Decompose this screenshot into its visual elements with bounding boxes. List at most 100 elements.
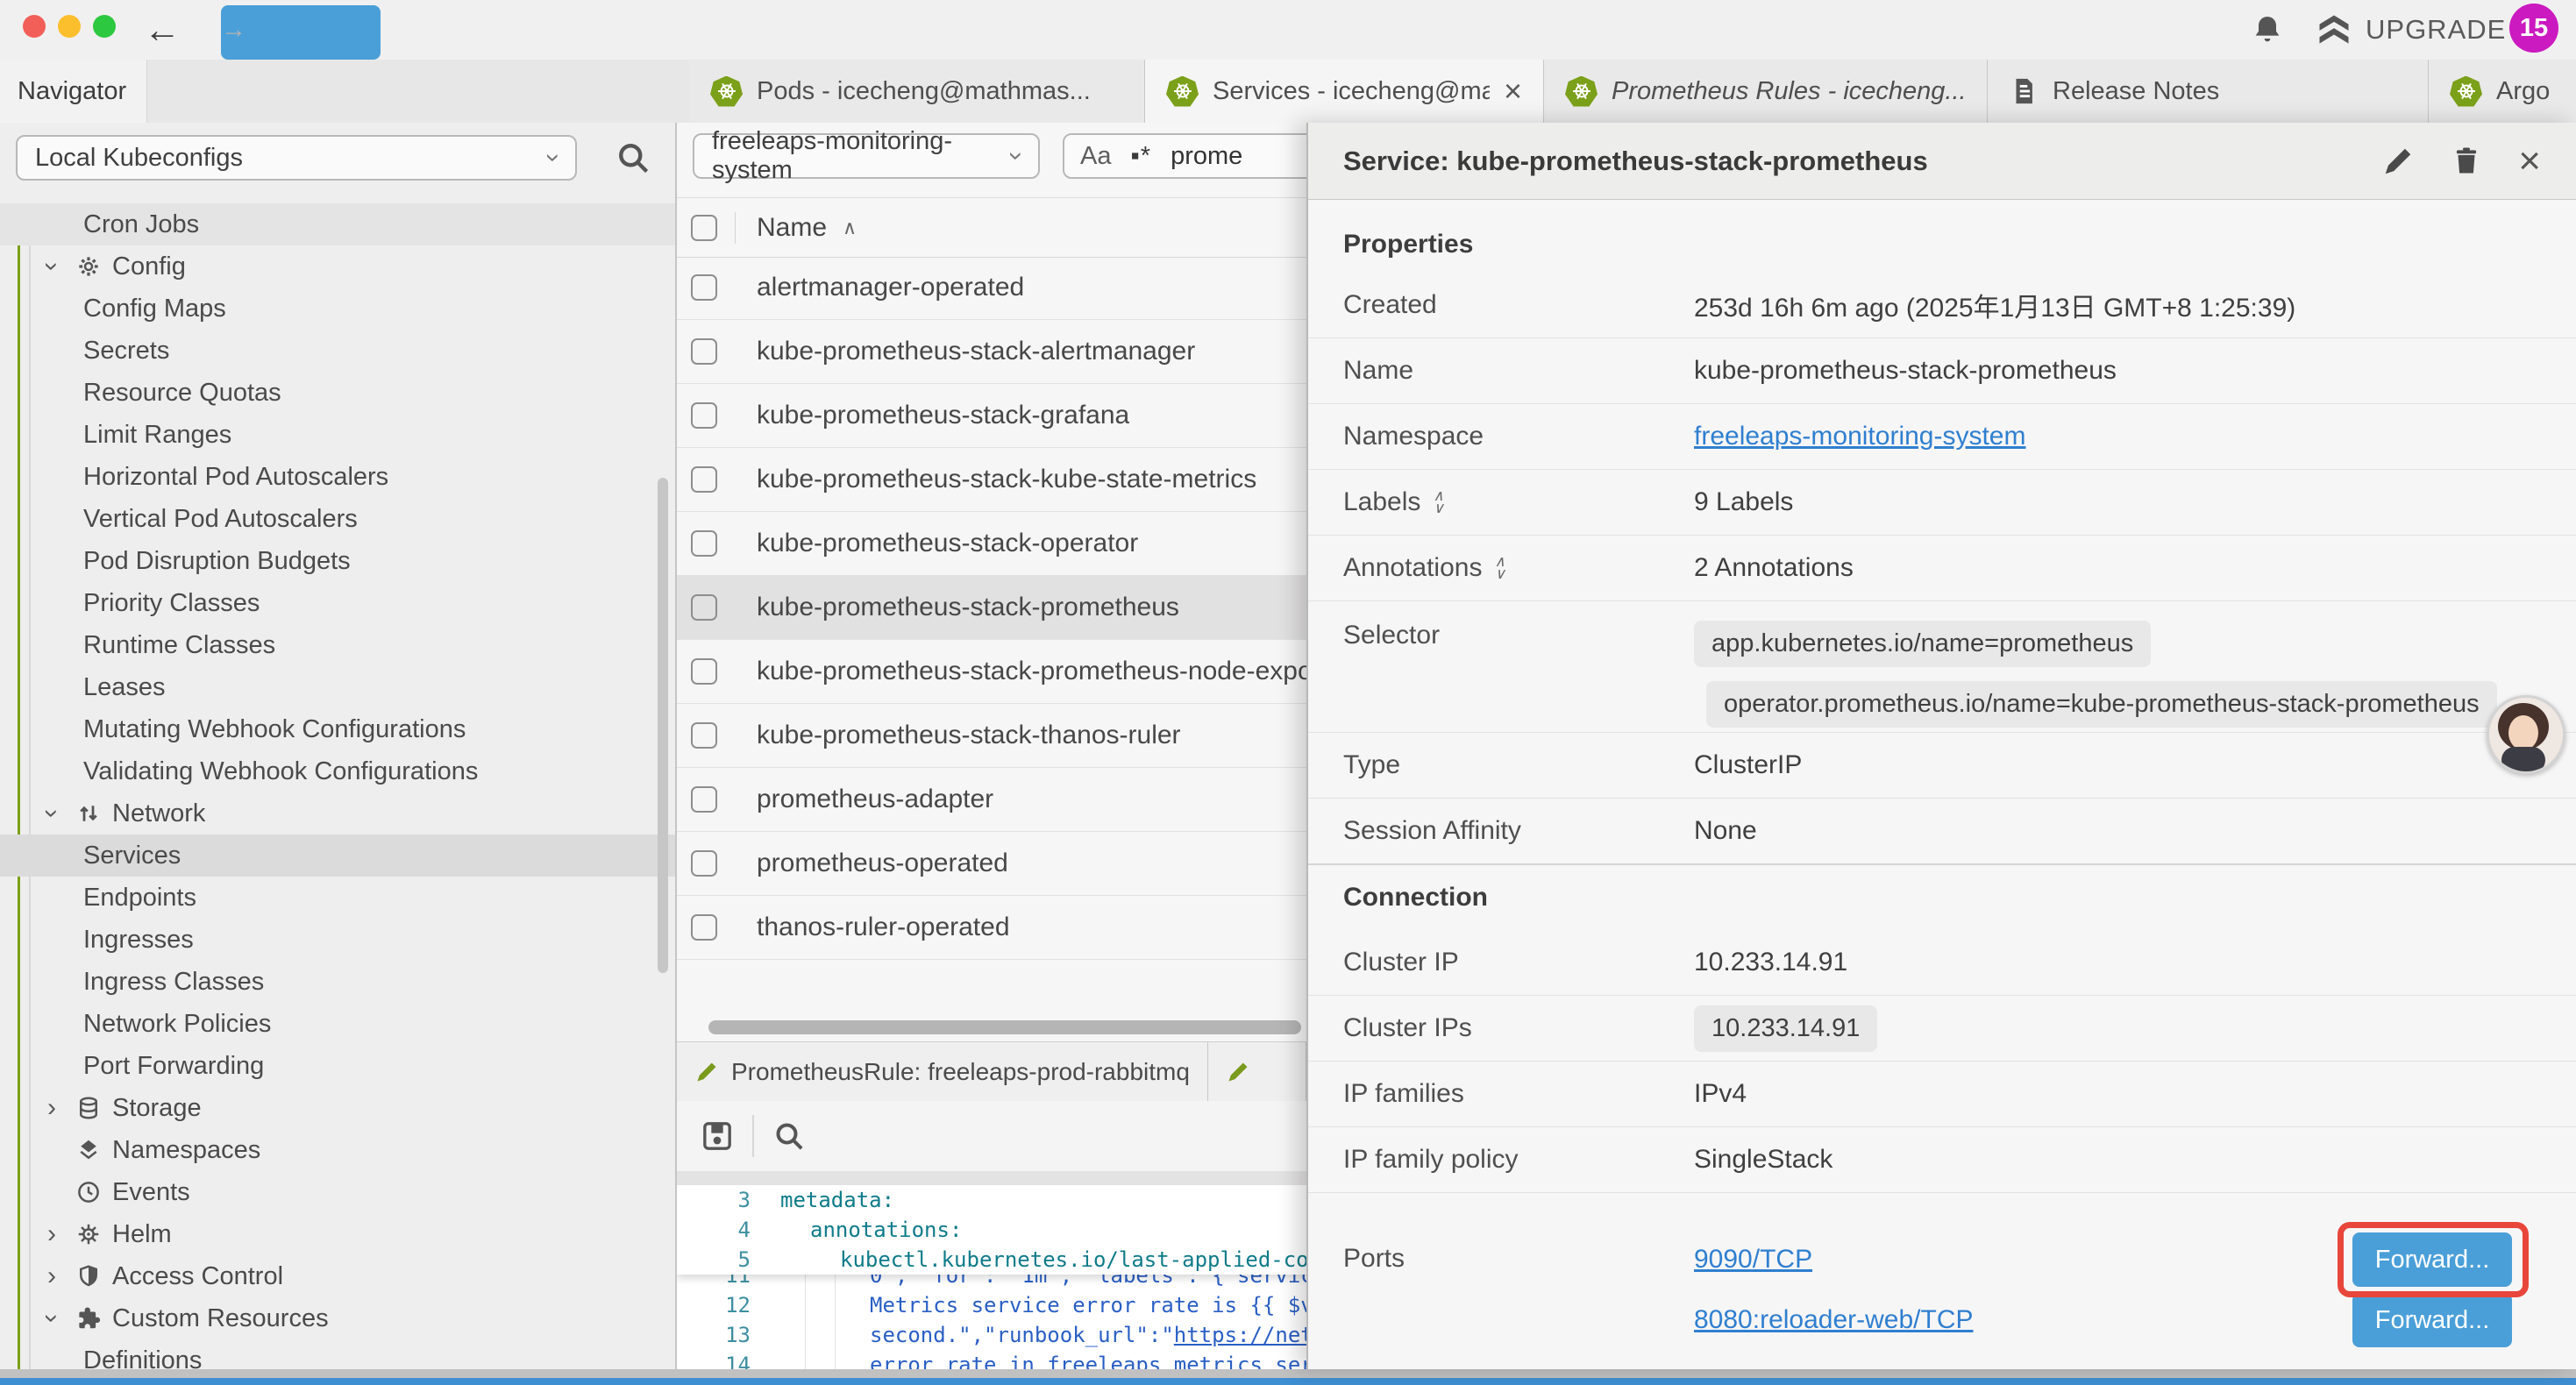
sidebar-tree-item[interactable]: › Limit Ranges (0, 414, 675, 456)
port-link-8080[interactable]: 8080:reloader-web/TCP (1694, 1305, 1974, 1335)
notifications-bell-icon[interactable] (2250, 12, 2285, 47)
sidebar-tree-item[interactable]: › Vertical Pod Autoscalers (0, 498, 675, 540)
table-row[interactable]: kube-prometheus-stack-prometheus-node-ex… (677, 640, 1306, 704)
sidebar-search-icon[interactable] (614, 138, 652, 177)
sidebar-tree-item[interactable]: › Definitions (0, 1339, 675, 1369)
row-checkbox[interactable] (691, 594, 717, 621)
app-tab[interactable]: Services - icecheng@math... × (1145, 60, 1544, 123)
sidebar-scrollbar[interactable] (658, 478, 668, 973)
close-icon[interactable]: × (2518, 142, 2541, 181)
tree-item-label: Mutating Webhook Configurations (83, 715, 466, 744)
forward-button-8080[interactable]: Forward... (2352, 1293, 2512, 1347)
annotations-value[interactable]: 2 Annotations (1694, 553, 1854, 583)
sidebar-tree-item[interactable]: › Config (0, 245, 675, 288)
sidebar-tree-item[interactable]: › Priority Classes (0, 582, 675, 624)
sidebar-tree-item[interactable]: › Network Policies (0, 1003, 675, 1045)
sidebar-tree-item[interactable]: › Ingresses (0, 919, 675, 961)
sidebar-tree-item[interactable]: › Secrets (0, 330, 675, 372)
minimize-window-button[interactable] (58, 15, 81, 38)
editor-search-icon[interactable] (772, 1119, 807, 1154)
upgrade-button[interactable]: UPGRADE (2315, 9, 2506, 51)
table-row[interactable]: kube-prometheus-stack-prometheus (677, 576, 1306, 640)
sidebar-tree-item[interactable]: › Storage (0, 1087, 675, 1129)
edit-pencil-icon[interactable] (2381, 145, 2415, 178)
name-column-header[interactable]: Name (757, 213, 827, 243)
back-button[interactable]: ← (144, 5, 181, 54)
sidebar-tree-item[interactable]: › Custom Resources (0, 1297, 675, 1339)
sidebar-tree-item[interactable]: › Validating Webhook Configurations (0, 750, 675, 792)
notification-count-badge[interactable]: 15 (2509, 4, 2558, 53)
app-tab[interactable]: Prometheus Rules - icecheng... × (1544, 60, 1988, 123)
app-tab[interactable]: Argo Se × (2429, 60, 2576, 123)
save-icon[interactable] (700, 1119, 735, 1154)
port-link-9090[interactable]: 9090/TCP (1694, 1245, 1812, 1275)
namespace-link[interactable]: freeleaps-monitoring-system (1694, 422, 2025, 451)
row-checkbox[interactable] (691, 658, 717, 685)
close-window-button[interactable] (23, 15, 46, 38)
app-tab[interactable]: Pods - icecheng@mathmas... × (689, 60, 1145, 123)
tab-close-icon[interactable]: × (1504, 75, 1522, 107)
table-row[interactable]: prometheus-adapter (677, 768, 1306, 832)
sidebar-tree-item[interactable]: › Horizontal Pod Autoscalers (0, 456, 675, 498)
sidebar-tree-item[interactable]: › Runtime Classes (0, 624, 675, 666)
sidebar-tree-item[interactable]: › Leases (0, 666, 675, 708)
yaml-editor[interactable]: 3 metadata: 4 annotations: 5 kubectl.kub… (677, 1185, 1306, 1369)
user-avatar[interactable] (2487, 695, 2565, 774)
row-checkbox[interactable] (691, 786, 717, 813)
table-row[interactable]: kube-prometheus-stack-grafana (677, 384, 1306, 448)
sidebar-tree-item[interactable]: › Cron Jobs (0, 203, 675, 245)
app-tab[interactable]: Release Notes × (1988, 60, 2429, 123)
delete-trash-icon[interactable] (2450, 145, 2483, 178)
table-search-input[interactable]: Aa ▪* prome (1063, 133, 1326, 179)
regex-icon[interactable]: ▪* (1130, 142, 1151, 171)
editor-tab-prometheusrule[interactable]: PrometheusRule: freeleaps-prod-rabbitmq (677, 1042, 1208, 1102)
row-checkbox[interactable] (691, 402, 717, 429)
sidebar-tree-item[interactable]: › Services (0, 835, 675, 877)
sidebar-tree-item[interactable]: › Network (0, 792, 675, 835)
namespace-selector[interactable]: freeleaps-monitoring-system › (693, 133, 1040, 179)
navigator-panel-tab[interactable]: Navigator (0, 60, 147, 123)
forward-button[interactable]: → (221, 5, 381, 60)
table-row[interactable]: prometheus-operated (677, 832, 1306, 896)
row-checkbox[interactable] (691, 850, 717, 877)
sidebar-tree-item[interactable]: › Ingress Classes (0, 961, 675, 1003)
sidebar-tree-item[interactable]: › Namespaces (0, 1129, 675, 1171)
expand-collapse-icon[interactable]: ∧∨ (1433, 490, 1443, 515)
sidebar-tree-item[interactable]: › Mutating Webhook Configurations (0, 708, 675, 750)
labels-value[interactable]: 9 Labels (1694, 487, 1793, 517)
row-checkbox[interactable] (691, 530, 717, 557)
table-row[interactable]: kube-prometheus-stack-thanos-ruler (677, 704, 1306, 768)
sidebar-tree-item[interactable]: › Helm (0, 1213, 675, 1255)
sidebar-tree-item[interactable]: › Events (0, 1171, 675, 1213)
sidebar-tree-item[interactable]: › Config Maps (0, 288, 675, 330)
resource-tree: › Cron Jobs › Config › Config Maps › Sec… (0, 203, 675, 1369)
kubernetes-icon (1166, 76, 1199, 107)
horizontal-scrollbar[interactable] (708, 1020, 1301, 1034)
sidebar-tree-item[interactable]: › Port Forwarding (0, 1045, 675, 1087)
sidebar-tree-item[interactable]: › Resource Quotas (0, 372, 675, 414)
service-detail-panel: Service: kube-prometheus-stack-prometheu… (1306, 123, 2576, 1369)
maximize-window-button[interactable] (93, 15, 116, 38)
table-row[interactable]: kube-prometheus-stack-kube-state-metrics (677, 448, 1306, 512)
sidebar-tree-item[interactable]: › Access Control (0, 1255, 675, 1297)
forward-button-9090[interactable]: Forward... (2352, 1232, 2512, 1287)
row-checkbox[interactable] (691, 274, 717, 301)
sort-ascending-icon[interactable]: ∧ (843, 217, 857, 239)
row-checkbox[interactable] (691, 466, 717, 493)
row-checkbox[interactable] (691, 722, 717, 749)
tree-item-icon (75, 1263, 102, 1289)
select-all-checkbox[interactable] (691, 215, 717, 241)
row-checkbox[interactable] (691, 338, 717, 365)
table-row[interactable]: kube-prometheus-stack-alertmanager (677, 320, 1306, 384)
table-row[interactable]: kube-prometheus-stack-operator (677, 512, 1306, 576)
table-row[interactable]: thanos-ruler-operated (677, 896, 1306, 960)
expand-collapse-icon[interactable]: ∧∨ (1494, 556, 1505, 580)
sidebar-tree-item[interactable]: › Endpoints (0, 877, 675, 919)
chevron-icon: › (37, 1305, 67, 1332)
editor-tab-next[interactable] (1208, 1042, 1306, 1102)
kubeconfig-selector[interactable]: Local Kubeconfigs › (16, 135, 577, 181)
table-row[interactable]: alertmanager-operated (677, 256, 1306, 320)
sidebar-tree-item[interactable]: › Pod Disruption Budgets (0, 540, 675, 582)
row-checkbox[interactable] (691, 914, 717, 941)
match-case-icon[interactable]: Aa (1080, 142, 1111, 171)
